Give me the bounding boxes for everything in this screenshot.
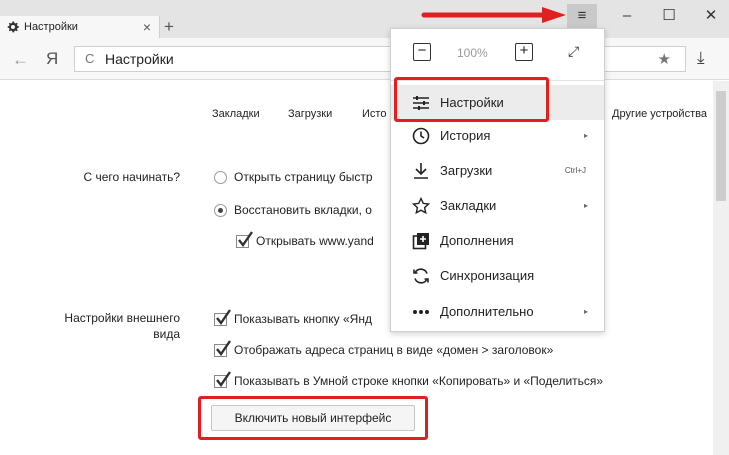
checkbox-show-yandex-button[interactable]: Показывать кнопку «Янд — [214, 308, 372, 326]
menu-item-label: Синхронизация — [440, 268, 535, 283]
title-bar: Настройки × + ≡ – ☐ ✕ — [0, 0, 729, 38]
zoom-out-button[interactable]: − — [413, 43, 431, 61]
menu-item-history[interactable]: История ▸ — [391, 118, 604, 153]
nav-history[interactable]: Исто — [362, 108, 386, 120]
new-tab-button[interactable]: + — [164, 17, 174, 37]
zoom-row: − 100% + ⤢ — [391, 29, 604, 81]
option-label: Восстановить вкладки, о — [234, 203, 372, 217]
close-window-button[interactable]: ✕ — [696, 4, 726, 28]
address-toolbar: ← Я C Настройки ★ ⤓ — [0, 38, 729, 80]
annotation-highlight-button — [198, 396, 428, 440]
clock-icon — [411, 126, 431, 146]
appearance-section-label: Настройки внешнего вида — [20, 310, 180, 342]
checkbox-domain-title[interactable]: Отображать адреса страниц в виде «домен … — [214, 339, 554, 357]
fullscreen-icon[interactable]: ⤢ — [568, 43, 579, 60]
menu-item-downloads[interactable]: Загрузки Ctrl+J — [391, 153, 604, 188]
appearance-label-line1: Настройки внешнего — [64, 311, 180, 325]
checkbox[interactable] — [214, 339, 231, 357]
bookmark-star-icon[interactable]: ★ — [658, 50, 671, 68]
checkbox-open-yandex[interactable]: Открывать www.yand — [236, 230, 374, 248]
option-label: Открыть страницу быстр — [234, 170, 373, 184]
nav-downloads[interactable]: Загрузки — [288, 108, 332, 120]
nav-other-devices[interactable]: Другие устройства — [612, 108, 707, 120]
menu-item-label: История — [440, 128, 491, 143]
zoom-in-button[interactable]: + — [515, 43, 533, 61]
checkbox[interactable] — [214, 370, 231, 388]
sync-icon — [411, 266, 431, 286]
address-text[interactable]: Настройки — [105, 51, 174, 67]
gear-icon — [7, 21, 19, 33]
submenu-arrow-icon: ▸ — [583, 307, 588, 316]
checkmark-icon — [238, 230, 253, 247]
scrollbar-thumb[interactable] — [716, 91, 726, 201]
scrollbar[interactable] — [713, 81, 729, 455]
radio-restore-tabs[interactable]: Восстановить вкладки, о — [214, 203, 372, 217]
browser-menu: − 100% + ⤢ Настройки История ▸ Загрузки … — [390, 28, 605, 332]
extensions-icon — [411, 231, 431, 251]
submenu-arrow-icon: ▸ — [583, 201, 588, 210]
minimize-button[interactable]: – — [612, 4, 642, 28]
option-label: Показывать кнопку «Янд — [234, 312, 372, 326]
browser-menu-button[interactable]: ≡ — [567, 4, 597, 28]
menu-item-label: Загрузки — [440, 163, 493, 178]
back-arrow-icon[interactable]: ← — [12, 50, 29, 70]
menu-item-sync[interactable]: Синхронизация — [391, 258, 604, 293]
radio-button[interactable] — [214, 170, 227, 184]
checkbox[interactable] — [214, 308, 231, 326]
submenu-arrow-icon: ▸ — [583, 131, 588, 140]
option-label: Открывать www.yand — [256, 234, 374, 248]
downloads-icon[interactable]: ⤓ — [697, 48, 705, 68]
menu-item-label: Дополнительно — [440, 304, 534, 319]
radio-button-selected[interactable] — [214, 203, 227, 217]
menu-item-more[interactable]: Дополнительно ▸ — [391, 294, 604, 329]
annotation-arrow-icon — [421, 7, 566, 23]
nav-bookmarks[interactable]: Закладки — [212, 108, 260, 120]
menu-item-label: Закладки — [440, 198, 497, 213]
checkbox[interactable] — [236, 230, 253, 248]
checkmark-icon — [216, 339, 231, 356]
zoom-level: 100% — [457, 46, 488, 60]
download-icon — [411, 161, 431, 181]
tab-settings[interactable]: Настройки × — [0, 16, 160, 38]
annotation-highlight-settings — [394, 77, 549, 122]
more-icon — [411, 302, 431, 322]
tab-title: Настройки — [24, 21, 78, 33]
tab-close-icon[interactable]: × — [143, 19, 151, 35]
option-label: Отображать адреса страниц в виде «домен … — [234, 343, 554, 357]
checkmark-icon — [216, 308, 231, 325]
checkmark-icon — [216, 370, 231, 387]
reload-icon[interactable]: C — [85, 51, 94, 66]
star-icon — [411, 196, 431, 216]
start-section-label: С чего начинать? — [83, 170, 181, 184]
maximize-button[interactable]: ☐ — [654, 4, 684, 28]
radio-open-speed-dial[interactable]: Открыть страницу быстр — [214, 170, 373, 184]
shortcut-text: Ctrl+J — [564, 166, 586, 175]
menu-item-label: Дополнения — [440, 233, 514, 248]
option-label: Показывать в Умной строке кнопки «Копиро… — [234, 374, 604, 388]
menu-item-bookmarks[interactable]: Закладки ▸ — [391, 188, 604, 223]
checkbox-copy-share[interactable]: Показывать в Умной строке кнопки «Копиро… — [214, 370, 604, 388]
yandex-logo[interactable]: Я — [46, 49, 58, 69]
appearance-label-line2: вида — [153, 327, 180, 341]
menu-item-extensions[interactable]: Дополнения — [391, 223, 604, 258]
